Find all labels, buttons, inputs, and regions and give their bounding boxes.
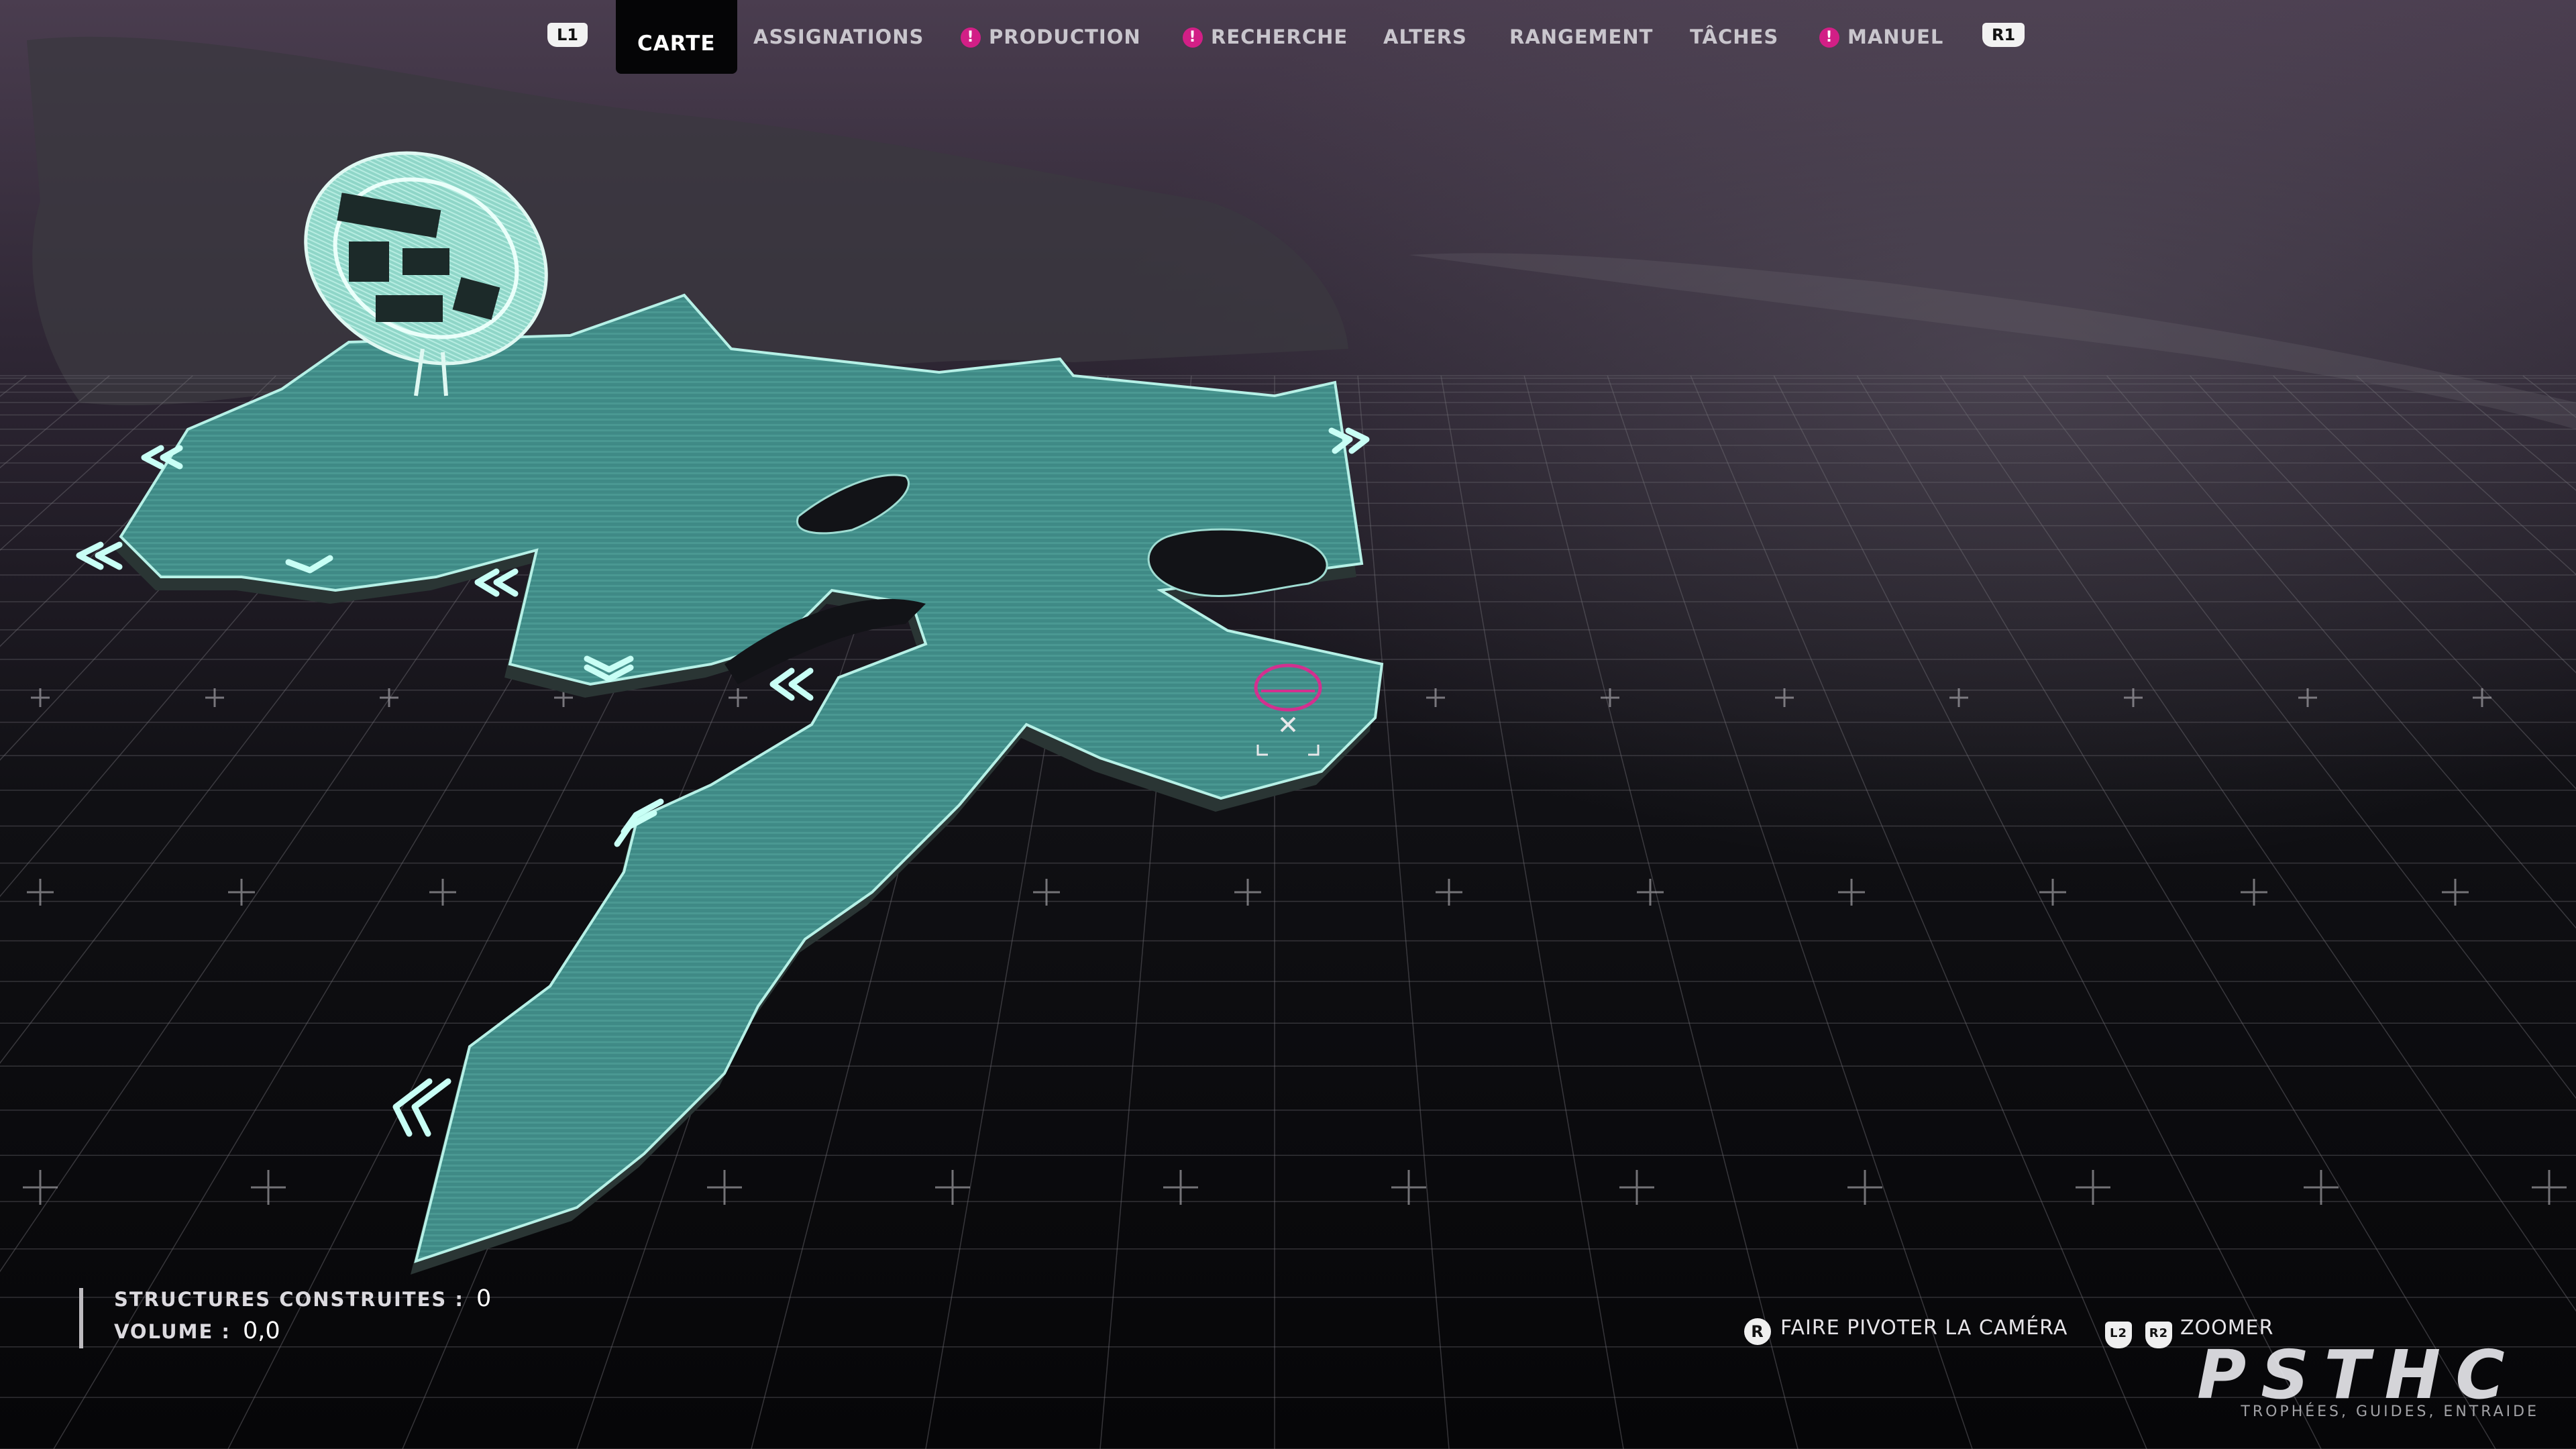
rotate-camera-hint: R FAIRE PIVOTER LA CAMÉRA bbox=[1744, 1316, 2068, 1345]
rotate-camera-label: FAIRE PIVOTER LA CAMÉRA bbox=[1780, 1316, 2068, 1340]
right-stick-icon: R bbox=[1744, 1318, 1771, 1345]
tab-alters[interactable]: ALTERS bbox=[1383, 20, 1467, 54]
structures-stat: STRUCTURES CONSTRUITES : 0 bbox=[114, 1285, 491, 1312]
watermark-logo: PSTHC bbox=[2197, 1336, 2520, 1414]
map-scene[interactable] bbox=[0, 0, 2576, 1449]
alert-icon: ! bbox=[1819, 28, 1839, 48]
tab-label: PRODUCTION bbox=[989, 25, 1141, 48]
l1-bumper-icon[interactable]: L1 bbox=[547, 23, 588, 47]
tab-label: RECHERCHE bbox=[1211, 25, 1348, 48]
tab-production[interactable]: ! PRODUCTION bbox=[961, 20, 1141, 54]
alert-icon: ! bbox=[961, 28, 981, 48]
watermark: PSTHC TROPHÉES, GUIDES, ENTRAIDE bbox=[2197, 1342, 2546, 1422]
volume-stat: VOLUME : 0,0 bbox=[114, 1318, 280, 1344]
structures-label: STRUCTURES CONSTRUITES : bbox=[114, 1288, 464, 1311]
volume-value: 0,0 bbox=[242, 1318, 280, 1344]
watermark-tagline: TROPHÉES, GUIDES, ENTRAIDE bbox=[2241, 1403, 2539, 1420]
top-navigation: L1 CARTE ASSIGNATIONS ! PRODUCTION ! RECHE… bbox=[0, 0, 2576, 80]
r2-trigger-icon: R2 bbox=[2145, 1322, 2172, 1348]
tab-recherche[interactable]: ! RECHERCHE bbox=[1183, 20, 1348, 54]
l2-trigger-icon: L2 bbox=[2105, 1322, 2132, 1348]
tab-manuel[interactable]: ! MANUEL bbox=[1819, 20, 1943, 54]
alert-icon: ! bbox=[1183, 28, 1203, 48]
tab-rangement[interactable]: RANGEMENT bbox=[1509, 20, 1653, 54]
tab-carte[interactable]: CARTE bbox=[616, 0, 737, 74]
tab-assignations[interactable]: ASSIGNATIONS bbox=[753, 20, 924, 54]
r1-bumper-icon[interactable]: R1 bbox=[1982, 23, 2025, 47]
tab-taches[interactable]: TÂCHES bbox=[1690, 20, 1778, 54]
tab-label: MANUEL bbox=[1847, 25, 1944, 48]
structures-value: 0 bbox=[476, 1285, 492, 1312]
stats-divider bbox=[79, 1288, 83, 1348]
volume-label: VOLUME : bbox=[114, 1320, 231, 1343]
